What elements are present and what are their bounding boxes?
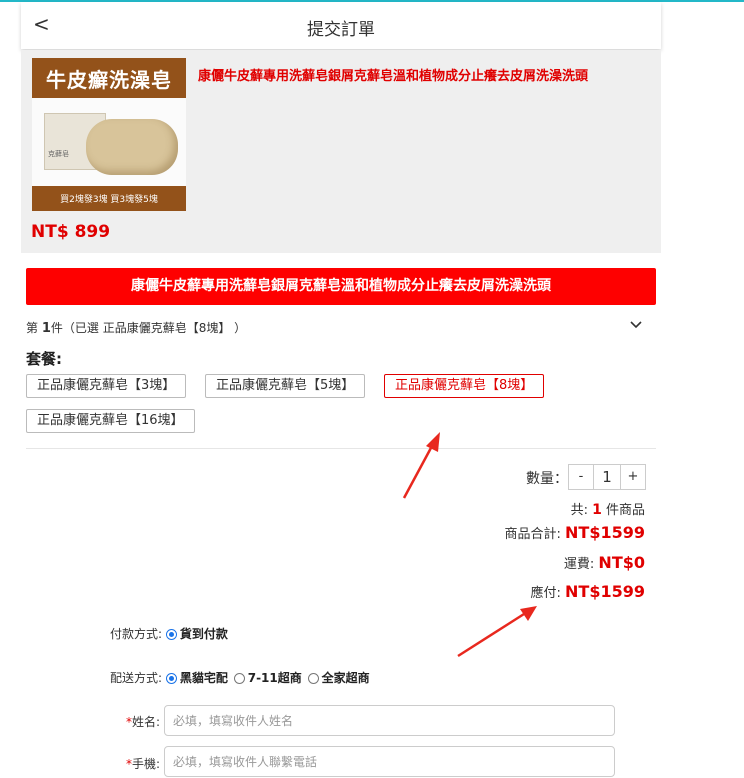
package-option-3[interactable]: 正品康儷克蘚皂【3塊】 <box>26 374 187 398</box>
subtotal-value: NT$1599 <box>565 523 645 542</box>
delivery-blackcat-radio[interactable] <box>165 673 177 684</box>
payable-value: NT$1599 <box>565 582 645 601</box>
delivery-familymart-label[interactable]: 全家超商 <box>322 671 370 685</box>
delivery-row: 配送方式: 黑貓宅配 7-11超商 全家超商 <box>110 669 372 686</box>
delivery-blackcat-label[interactable]: 黑貓宅配 <box>180 671 228 685</box>
product-price: NT$ 899 <box>31 222 111 242</box>
shipping-line: 運費: NT$0 <box>564 553 645 572</box>
delivery-familymart-radio[interactable] <box>307 673 319 684</box>
image-banner-top-text: 牛皮癬洗澡皂 <box>46 68 172 92</box>
delivery-711-radio[interactable] <box>233 673 245 684</box>
phone-input[interactable]: 必填，填寫收件人聯繫電話 <box>164 746 615 777</box>
package-option-16[interactable]: 正品康儷克蘚皂【16塊】 <box>26 409 195 433</box>
subtotal-label: 商品合計: <box>504 527 566 542</box>
quantity-plus-button[interactable]: + <box>621 465 645 489</box>
quantity-label: 數量： <box>526 471 568 487</box>
soap-box-text: 克藓皂 <box>48 150 69 158</box>
page-title: 提交訂單 <box>307 20 375 40</box>
subtotal-line: 商品合計: NT$1599 <box>505 523 645 542</box>
package-label: 套餐: <box>26 350 62 368</box>
arrow-head-upper <box>426 432 440 452</box>
shipping-value: NT$0 <box>598 553 645 572</box>
name-input[interactable]: 必填，填寫收件人姓名 <box>164 705 615 736</box>
item-count-suffix: 件商品 <box>601 503 645 518</box>
image-banner-top: 牛皮癬洗澡皂 <box>32 58 186 98</box>
delivery-711-label[interactable]: 7-11超商 <box>248 671 302 685</box>
image-banner-bottom-text: 買2塊發3塊 買3塊發5塊 <box>60 195 158 205</box>
product-image: 牛皮癬洗澡皂 克藓皂 買2塊發3塊 買3塊發5塊 <box>32 58 186 211</box>
item-index: 1 <box>41 321 51 336</box>
item-suffix: 件（已選 正品康儷克蘚皂【8塊】 ） <box>50 321 247 335</box>
arrow-line-upper <box>402 445 434 499</box>
name-field-label: *姓名: <box>126 713 160 730</box>
arrow-head-lower <box>520 606 537 621</box>
soap-bar-graphic <box>86 119 178 175</box>
name-label: 姓名: <box>132 715 161 729</box>
chevron-down-icon[interactable] <box>630 318 642 334</box>
phone-field-label: *手機: <box>126 755 160 772</box>
payment-label: 付款方式: <box>110 627 163 641</box>
payable-label: 應付: <box>530 586 566 601</box>
product-card: 牛皮癬洗澡皂 克藓皂 買2塊發3塊 買3塊發5塊 康儷牛皮蘚專用洗蘚皂銀屑克蘚皂… <box>21 50 661 253</box>
quantity-value[interactable]: 1 <box>593 465 621 489</box>
item-summary-line[interactable]: 第 1件（已選 正品康儷克蘚皂【8塊】 ） <box>26 319 246 336</box>
page-header: < 提交訂單 <box>21 2 661 49</box>
phone-label: 手機: <box>132 757 161 771</box>
delivery-label: 配送方式: <box>110 671 163 685</box>
payable-line: 應付: NT$1599 <box>531 582 645 601</box>
item-count: 1 <box>592 502 602 518</box>
image-banner-bottom: 買2塊發3塊 買3塊發5塊 <box>32 186 186 211</box>
product-title-banner: 康儷牛皮蘚專用洗蘚皂銀屑克蘚皂溫和植物成分止癢去皮屑洗澡洗頭 <box>26 268 656 305</box>
item-prefix: 第 <box>26 321 42 335</box>
arrow-line-lower <box>457 612 525 658</box>
item-count-line: 共: 1 件商品 <box>571 499 645 518</box>
shipping-label: 運費: <box>563 557 599 572</box>
package-option-5[interactable]: 正品康儷克蘚皂【5塊】 <box>205 374 366 398</box>
payment-cod-radio[interactable] <box>165 629 177 640</box>
payment-cod-label[interactable]: 貨到付款 <box>180 627 228 641</box>
payment-row: 付款方式: 貨到付款 <box>110 625 230 642</box>
quantity-stepper: - 1 + <box>568 464 646 490</box>
quantity-minus-button[interactable]: - <box>569 465 593 489</box>
package-option-8-selected[interactable]: 正品康儷克蘚皂【8塊】 <box>384 374 545 398</box>
section-divider <box>26 448 656 449</box>
product-name: 康儷牛皮蘚專用洗蘚皂銀屑克蘚皂溫和植物成分止癢去皮屑洗澡洗頭 <box>198 69 589 84</box>
item-count-prefix: 共: <box>570 503 593 518</box>
